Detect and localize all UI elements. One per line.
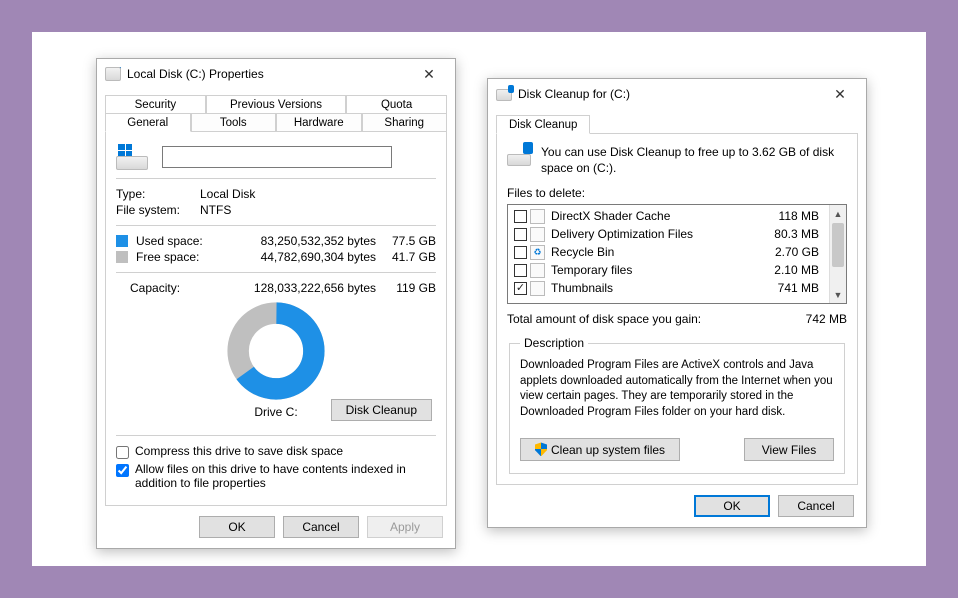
scroll-up-icon[interactable]: ▲ (830, 205, 846, 222)
used-swatch (116, 235, 128, 247)
file-size: 118 MB (753, 209, 823, 223)
tab-tools[interactable]: Tools (191, 113, 277, 132)
file-type-icon (530, 227, 545, 242)
shield-icon (535, 442, 547, 456)
drive-icon (105, 66, 121, 82)
description-text: Downloaded Program Files are ActiveX con… (520, 358, 834, 420)
cleanup-title-icon (496, 86, 512, 102)
compress-checkbox-row[interactable]: Compress this drive to save disk space (116, 444, 436, 459)
cleanup-titlebar[interactable]: Disk Cleanup for (C:) ✕ (488, 79, 866, 109)
checkbox[interactable] (514, 282, 527, 295)
list-item[interactable]: Thumbnails741 MB (508, 279, 829, 297)
gain-label: Total amount of disk space you gain: (507, 312, 767, 326)
checkbox[interactable] (514, 210, 527, 223)
type-value: Local Disk (200, 187, 255, 201)
close-icon[interactable]: ✕ (411, 66, 447, 83)
cleanup-title: Disk Cleanup for (C:) (518, 87, 822, 101)
tab-sharing[interactable]: Sharing (362, 113, 448, 132)
scrollbar[interactable]: ▲ ▼ (829, 205, 846, 303)
description-group: Description Downloaded Program Files are… (509, 336, 845, 474)
tab-general[interactable]: General (105, 113, 191, 132)
free-gb: 41.7 GB (376, 250, 436, 264)
ok-button[interactable]: OK (694, 495, 770, 517)
file-type-icon (530, 263, 545, 278)
volume-name-input[interactable] (162, 146, 392, 168)
used-gb: 77.5 GB (376, 234, 436, 248)
tab-disk-cleanup[interactable]: Disk Cleanup (496, 115, 590, 134)
free-swatch (116, 251, 128, 263)
used-label: Used space: (136, 234, 220, 248)
file-size: 2.70 GB (753, 245, 823, 259)
capacity-gb: 119 GB (376, 281, 436, 295)
tab-hardware[interactable]: Hardware (276, 113, 362, 132)
cleanup-info-icon (507, 144, 531, 166)
fs-value: NTFS (200, 203, 231, 217)
gain-value: 742 MB (767, 312, 847, 326)
files-to-delete-label: Files to delete: (507, 186, 847, 200)
properties-window: Local Disk (C:) Properties ✕ Security Pr… (96, 58, 456, 549)
tab-quota[interactable]: Quota (346, 95, 447, 113)
list-item[interactable]: Temporary files2.10 MB (508, 261, 829, 279)
free-label: Free space: (136, 250, 220, 264)
index-checkbox[interactable] (116, 464, 129, 477)
ok-button[interactable]: OK (199, 516, 275, 538)
tab-row-primary: General Tools Hardware Sharing (105, 113, 447, 132)
file-type-icon (530, 281, 545, 296)
free-bytes: 44,782,690,304 bytes (220, 250, 376, 264)
checkbox[interactable] (514, 264, 527, 277)
apply-button[interactable]: Apply (367, 516, 443, 538)
file-name: DirectX Shader Cache (551, 209, 753, 223)
used-bytes: 83,250,532,352 bytes (220, 234, 376, 248)
cleanup-info-text: You can use Disk Cleanup to free up to 3… (541, 144, 847, 176)
list-item[interactable]: DirectX Shader Cache118 MB (508, 207, 829, 225)
disk-cleanup-button[interactable]: Disk Cleanup (331, 399, 432, 421)
checkbox[interactable] (514, 228, 527, 241)
fs-label: File system: (116, 203, 200, 217)
file-size: 2.10 MB (753, 263, 823, 277)
cancel-button[interactable]: Cancel (283, 516, 359, 538)
cleanup-system-files-button[interactable]: Clean up system files (520, 438, 680, 461)
cleanup-panel: You can use Disk Cleanup to free up to 3… (496, 133, 858, 485)
compress-label: Compress this drive to save disk space (135, 444, 343, 458)
usage-donut-chart (226, 301, 326, 401)
files-to-delete-list[interactable]: DirectX Shader Cache118 MBDelivery Optim… (507, 204, 847, 304)
large-drive-icon (116, 144, 148, 170)
index-checkbox-row[interactable]: Allow files on this drive to have conten… (116, 462, 436, 490)
tab-row-secondary: Security Previous Versions Quota (105, 95, 447, 113)
tab-previous-versions[interactable]: Previous Versions (206, 95, 346, 113)
list-item[interactable]: Delivery Optimization Files80.3 MB (508, 225, 829, 243)
properties-title: Local Disk (C:) Properties (127, 67, 411, 81)
general-panel: Type:Local Disk File system:NTFS Used sp… (105, 131, 447, 506)
type-label: Type: (116, 187, 200, 201)
file-name: Thumbnails (551, 281, 753, 295)
list-item[interactable]: ♻ Recycle Bin2.70 GB (508, 243, 829, 261)
index-label: Allow files on this drive to have conten… (135, 462, 436, 490)
file-size: 80.3 MB (753, 227, 823, 241)
file-name: Recycle Bin (551, 245, 753, 259)
file-name: Delivery Optimization Files (551, 227, 753, 241)
file-type-icon: ♻ (530, 245, 545, 260)
scroll-thumb[interactable] (832, 223, 844, 267)
file-type-icon (530, 209, 545, 224)
view-files-button[interactable]: View Files (744, 438, 834, 461)
capacity-bytes: 128,033,222,656 bytes (214, 281, 376, 295)
tab-security[interactable]: Security (105, 95, 206, 113)
cancel-button[interactable]: Cancel (778, 495, 854, 517)
scroll-down-icon[interactable]: ▼ (830, 286, 846, 303)
file-size: 741 MB (753, 281, 823, 295)
cleanup-window: Disk Cleanup for (C:) ✕ Disk Cleanup You… (487, 78, 867, 528)
checkbox[interactable] (514, 246, 527, 259)
file-name: Temporary files (551, 263, 753, 277)
description-legend: Description (520, 336, 588, 350)
close-icon[interactable]: ✕ (822, 86, 858, 103)
properties-titlebar[interactable]: Local Disk (C:) Properties ✕ (97, 59, 455, 89)
compress-checkbox[interactable] (116, 446, 129, 459)
capacity-label: Capacity: (116, 281, 214, 295)
